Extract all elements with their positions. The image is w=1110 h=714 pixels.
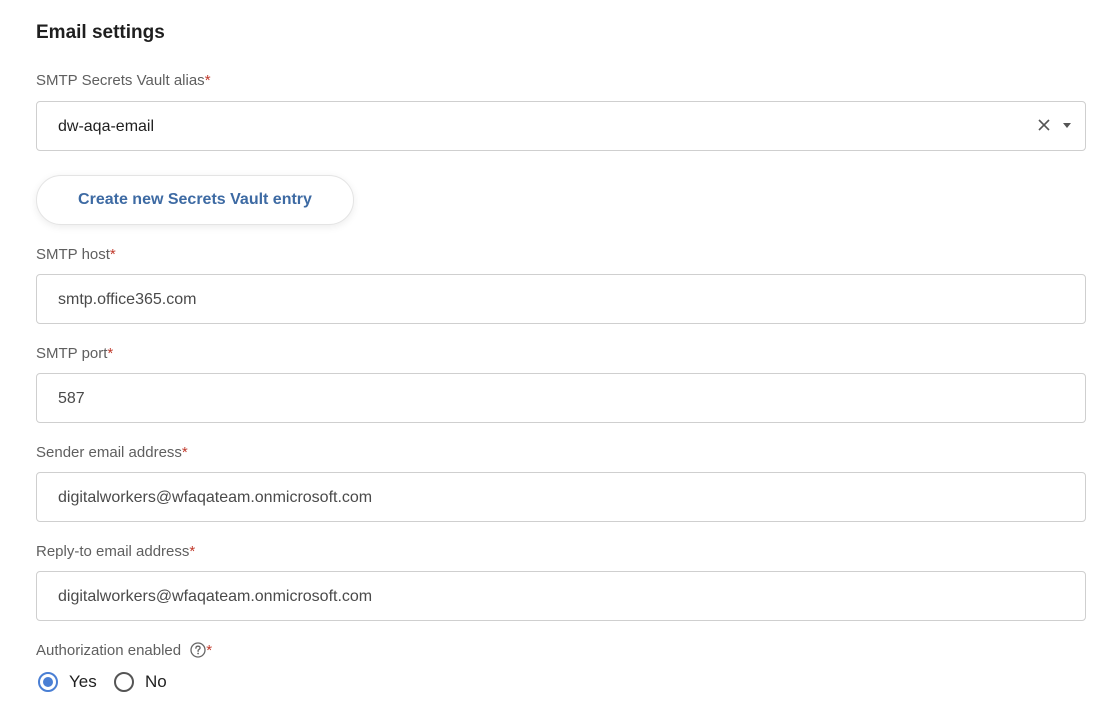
smtp-port-label-text: SMTP port xyxy=(36,345,108,362)
sender-email-input[interactable]: digitalworkers@wfaqateam.onmicrosoft.com xyxy=(36,472,1086,522)
reply-to-email-value: digitalworkers@wfaqateam.onmicrosoft.com xyxy=(58,588,373,605)
close-icon[interactable] xyxy=(1035,116,1053,134)
smtp-port-value: 587 xyxy=(58,390,85,407)
section-title: Email settings xyxy=(36,22,165,43)
required-mark: * xyxy=(204,72,211,89)
authorization-label-text: Authorization enabled xyxy=(36,642,182,659)
smtp-host-value: smtp.office365.com xyxy=(58,291,197,308)
smtp-port-label: SMTP port* xyxy=(36,345,113,362)
radio-no[interactable] xyxy=(114,672,134,692)
required-mark: * xyxy=(206,642,213,659)
smtp-port-input[interactable]: 587 xyxy=(36,373,1086,423)
question-circle-icon[interactable] xyxy=(190,642,206,658)
reply-to-email-input[interactable]: digitalworkers@wfaqateam.onmicrosoft.com xyxy=(36,571,1086,621)
smtp-host-label-text: SMTP host xyxy=(36,246,110,263)
reply-to-email-label: Reply-to email address* xyxy=(36,543,195,560)
radio-yes-label: Yes xyxy=(69,672,97,691)
radio-no-label: No xyxy=(145,672,167,691)
required-mark: * xyxy=(109,246,116,263)
sender-email-label-text: Sender email address xyxy=(36,444,182,461)
smtp-host-input[interactable]: smtp.office365.com xyxy=(36,274,1086,324)
smtp-alias-label-text: SMTP Secrets Vault alias xyxy=(36,72,205,89)
smtp-alias-label: SMTP Secrets Vault alias* xyxy=(36,72,211,89)
smtp-alias-value: dw-aqa-email xyxy=(58,118,155,135)
smtp-alias-select[interactable]: dw-aqa-email xyxy=(36,101,1086,151)
smtp-host-label: SMTP host* xyxy=(36,246,116,263)
required-mark: * xyxy=(189,543,196,560)
authorization-label: Authorization enabled * xyxy=(36,642,212,659)
sender-email-label: Sender email address* xyxy=(36,444,188,461)
sender-email-value: digitalworkers@wfaqateam.onmicrosoft.com xyxy=(58,489,373,506)
required-mark: * xyxy=(181,444,188,461)
email-settings-page: Email settings SMTP Secrets Vault alias*… xyxy=(0,0,1110,714)
create-secrets-vault-entry-button[interactable]: Create new Secrets Vault entry xyxy=(36,175,354,225)
chevron-down-icon[interactable] xyxy=(1063,123,1071,128)
required-mark: * xyxy=(107,345,114,362)
reply-to-email-label-text: Reply-to email address xyxy=(36,543,190,560)
radio-yes[interactable] xyxy=(38,672,58,692)
